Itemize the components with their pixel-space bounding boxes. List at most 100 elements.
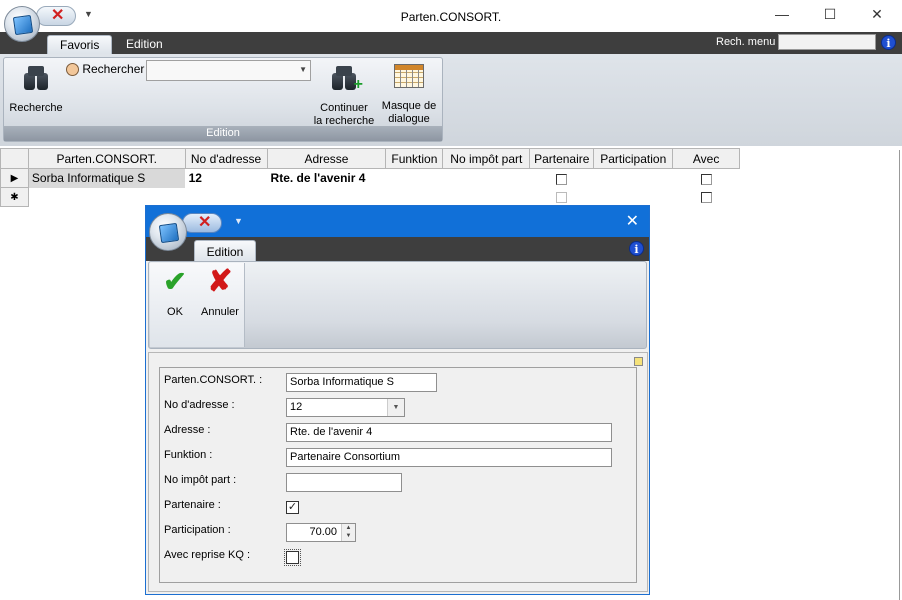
tab-edition[interactable]: Edition <box>114 35 175 54</box>
adresse-field[interactable]: Rte. de l'avenir 4 <box>286 423 612 442</box>
recherche-label: Recherche <box>9 102 63 114</box>
column-header-funktion[interactable]: Funktion <box>385 148 444 169</box>
dialog-quick-access[interactable]: ✕ <box>182 213 222 233</box>
funktion-field[interactable]: Partenaire Consortium <box>286 448 612 467</box>
masque-label-1: Masque de <box>381 100 437 112</box>
cell-funktion[interactable] <box>385 168 444 188</box>
cell-no-adresse[interactable]: 12 <box>185 168 268 188</box>
rechercher-button[interactable]: Rechercher <box>66 62 145 77</box>
corner-header[interactable] <box>0 148 29 169</box>
cell-no-impot[interactable] <box>442 168 531 188</box>
cell-avec[interactable] <box>672 168 740 188</box>
cell-participation[interactable] <box>593 168 674 188</box>
form-fields: Parten.CONSORT. : Sorba Informatique S N… <box>159 367 637 583</box>
no-adresse-label: No d'adresse : <box>164 399 235 411</box>
partenaire-checkbox[interactable] <box>556 173 568 185</box>
user-search-icon <box>66 63 79 77</box>
cancel-icon[interactable]: ✕ <box>198 214 211 232</box>
parten-field[interactable]: Sorba Informatique S <box>286 373 437 392</box>
app-cube-icon <box>12 14 34 36</box>
cell-partenaire[interactable] <box>529 168 595 188</box>
search-menu-input[interactable] <box>778 34 876 50</box>
column-header-adresse[interactable]: Adresse <box>266 148 387 169</box>
partenaire-label: Partenaire : <box>164 499 221 511</box>
masque-label-2: dialogue <box>388 113 430 125</box>
participation-spinner[interactable]: 70.00 ▲ ▼ <box>286 523 356 542</box>
search-menu-label: Rech. menu <box>716 36 776 48</box>
new-avec-checkbox[interactable] <box>700 192 712 204</box>
cell-adresse[interactable]: Rte. de l'avenir 4 <box>267 168 387 188</box>
tab-favoris[interactable]: Favoris <box>47 35 113 54</box>
cross-icon: ✘ <box>207 265 233 298</box>
column-header-participation[interactable]: Participation <box>593 148 674 169</box>
chevron-down-icon[interactable]: ▼ <box>299 65 307 74</box>
minimize-button[interactable]: — <box>768 4 796 24</box>
participation-label: Participation : <box>164 524 231 536</box>
column-header-no-impot[interactable]: No impôt part <box>442 148 531 169</box>
new-row[interactable]: ✱ <box>0 187 740 207</box>
binoculars-icon <box>21 64 51 90</box>
quick-access-dropdown-icon[interactable]: ▼ <box>84 9 93 19</box>
ribbon-tabstrip: Favoris Edition Rech. menu i <box>0 32 902 54</box>
close-button[interactable]: ✕ <box>863 4 891 24</box>
recherche-button[interactable]: Recherche <box>8 64 64 115</box>
adresse-label: Adresse : <box>164 424 211 436</box>
continuer-label-1: Continuer <box>320 102 368 114</box>
dialog-close-button[interactable]: ✕ <box>626 211 639 231</box>
avec-checkbox[interactable] <box>284 549 301 566</box>
grid-table-icon <box>394 64 424 88</box>
column-header-no-adresse[interactable]: No d'adresse <box>184 148 268 169</box>
no-adresse-combo[interactable]: 12 ▼ <box>286 398 405 417</box>
participation-value: 70.00 <box>309 526 337 538</box>
binoculars-plus-icon: + <box>329 64 363 93</box>
title-bar: Parten.CONSORT. ✕ ▼ — ☐ ✕ <box>0 0 902 32</box>
annuler-button[interactable]: ✘ Annuler <box>197 265 243 319</box>
checkmark-icon: ✔ <box>163 266 187 297</box>
cancel-icon[interactable]: ✕ <box>51 7 64 25</box>
column-header-avec[interactable]: Avec <box>672 148 740 169</box>
group-label: Edition <box>4 126 442 141</box>
ok-label: OK <box>167 306 183 318</box>
form-panel: Parten.CONSORT. : Sorba Informatique S N… <box>148 352 648 592</box>
chevron-down-icon[interactable]: ▼ <box>387 399 404 416</box>
funktion-label: Funktion : <box>164 449 213 461</box>
masque-dialogue-button[interactable]: Masque de dialogue <box>377 64 441 126</box>
new-partenaire-checkbox[interactable] <box>556 192 568 204</box>
cell-parten[interactable]: Sorba Informatique S <box>28 168 186 188</box>
avec-label: Avec reprise KQ : <box>164 549 250 561</box>
corner-resize-icon[interactable] <box>634 357 643 366</box>
window-title: Parten.CONSORT. <box>400 10 502 24</box>
parten-label: Parten.CONSORT. : <box>164 374 263 386</box>
dialog-menu-button[interactable] <box>149 213 187 251</box>
no-impot-label: No impôt part : <box>164 474 237 486</box>
rechercher-label: Rechercher <box>82 62 145 76</box>
dialog-tabstrip: Edition i <box>146 237 649 262</box>
no-impot-field[interactable] <box>286 473 402 492</box>
table-row[interactable]: ▶ Sorba Informatique S 12 Rte. de l'aven… <box>0 168 740 188</box>
grid-header-row: Parten.CONSORT. No d'adresse Adresse Fun… <box>0 148 740 169</box>
quick-access-toolbar[interactable]: ✕ <box>36 6 76 26</box>
spin-arrows-icon[interactable]: ▲ ▼ <box>341 524 355 541</box>
dialog-info-icon[interactable]: i <box>629 241 644 256</box>
info-icon[interactable]: i <box>881 35 896 50</box>
new-row-marker[interactable]: ✱ <box>0 187 29 207</box>
ok-button[interactable]: ✔ OK <box>157 268 193 319</box>
data-grid[interactable]: Parten.CONSORT. No d'adresse Adresse Fun… <box>0 148 740 207</box>
column-header-partenaire[interactable]: Partenaire <box>529 148 595 169</box>
application-menu-button[interactable] <box>4 6 40 42</box>
annuler-label: Annuler <box>201 306 239 318</box>
partenaire-checkbox[interactable]: ✓ <box>286 501 299 514</box>
current-row-marker[interactable]: ▶ <box>0 168 29 188</box>
continuer-recherche-button[interactable]: + Continuer la recherche <box>310 64 378 128</box>
column-header-parten[interactable]: Parten.CONSORT. <box>27 148 186 169</box>
app-cube-icon <box>158 222 180 244</box>
dialog-ribbon: ✔ OK ✘ Annuler <box>148 261 647 349</box>
edit-dialog: ✕ ▼ ✕ Edition i ✔ OK ✘ Annuler Parten.CO… <box>145 205 650 595</box>
dialog-dropdown-icon[interactable]: ▼ <box>234 216 243 226</box>
grid-scroll-edge <box>899 150 900 600</box>
maximize-button[interactable]: ☐ <box>816 4 844 24</box>
search-combo[interactable]: ▼ <box>146 60 311 81</box>
dialog-tab-edition[interactable]: Edition <box>194 240 256 262</box>
no-adresse-value: 12 <box>290 401 303 413</box>
avec-checkbox[interactable] <box>700 173 712 185</box>
